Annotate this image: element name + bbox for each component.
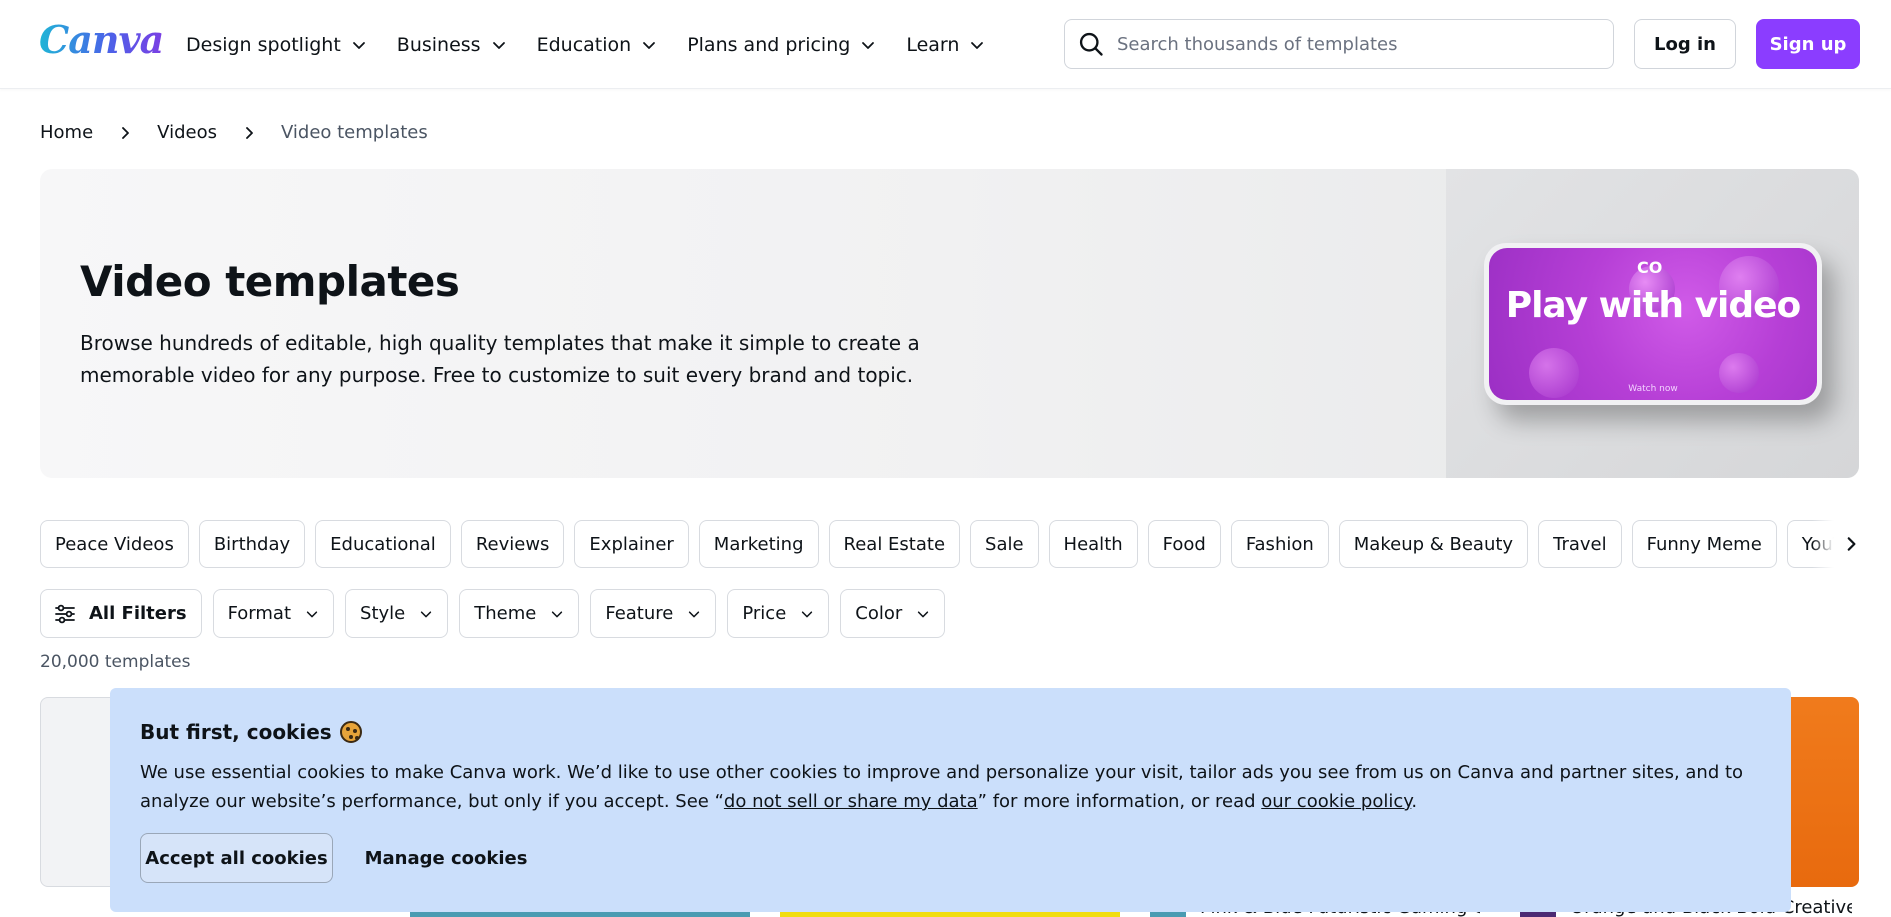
nav-business[interactable]: Business [397,34,507,56]
do-not-sell-link[interactable]: do not sell or share my data [724,791,978,812]
breadcrumb: Home Videos Video templates [40,122,428,143]
nav-label: Plans and pricing [687,33,851,56]
filter-label: Format [227,603,292,624]
filter-label: Style [360,603,406,624]
nav-label: Learn [906,33,960,56]
chip-educational[interactable]: Educational [315,520,451,568]
chip-birthday[interactable]: Birthday [198,520,306,568]
chevron-down-icon [492,41,505,49]
nav-label: Business [396,33,481,56]
chip-peace-videos[interactable]: Peace Videos [40,520,189,568]
nav-plans-and-pricing[interactable]: Plans and pricing [687,34,876,56]
chevron-down-icon [689,610,700,617]
cookie-message: We use essential cookies to make Canva w… [140,758,1760,816]
chip-explainer[interactable]: Explainer [574,520,689,568]
phone-subtitle: Watch now [1628,384,1678,394]
filter-format[interactable]: Format [212,589,335,638]
cookie-text-part: . [1411,791,1418,812]
main-nav: Design spotlight Business Education Plan… [186,0,1015,89]
hero-description: Browse hundreds of editable, high qualit… [80,331,920,387]
filter-label: Theme [474,603,537,624]
phone-screen: CO Play with video Watch now [1489,248,1817,400]
hero-image: CO Play with video Watch now [1446,169,1859,478]
chip-real-estate[interactable]: Real Estate [828,520,961,568]
top-header: Canva Design spotlight Business Educatio… [0,0,1891,89]
chip-fashion[interactable]: Fashion [1230,520,1329,568]
phone-mockup: CO Play with video Watch now [1484,243,1822,405]
manage-cookies-button[interactable]: Manage cookies [358,833,534,883]
chevron-down-icon [352,41,365,49]
chip-health[interactable]: Health [1048,520,1138,568]
filter-theme[interactable]: Theme [459,589,580,638]
chevron-down-icon [306,610,318,617]
page-title: Video templates [80,257,460,306]
chevron-right-icon [122,126,130,139]
breadcrumb-videos[interactable]: Videos [157,122,217,143]
nav-label: Design spotlight [186,33,341,56]
breadcrumb-current: Video templates [280,122,428,143]
filter-label: Feature [605,603,674,624]
cookie-icon [339,721,362,743]
chevron-down-icon [421,610,432,617]
phone-logo: CO [1637,258,1663,277]
filter-label: Price [742,603,787,624]
chevron-down-icon [918,610,929,617]
sign-up-button[interactable]: Sign up [1756,19,1860,69]
cookie-policy-link[interactable]: our cookie policy [1261,791,1411,812]
cookie-banner: But first, cookies We use essential cook… [110,688,1791,912]
phone-headline: Play with video [1505,285,1802,326]
cookie-title-text: But first, cookies [140,720,332,744]
filter-style[interactable]: Style [345,589,449,638]
search-icon [1079,32,1103,56]
hero-banner: Video templates Browse hundreds of edita… [40,169,1859,478]
filter-price[interactable]: Price [727,589,830,638]
chip-makeup-beauty[interactable]: Makeup & Beauty [1338,520,1529,568]
log-in-button[interactable]: Log in [1634,19,1736,69]
chevron-right-icon [1847,537,1856,551]
chevron-down-icon [802,610,813,617]
cookie-title: But first, cookies [140,720,362,744]
chevron-down-icon [862,41,875,49]
chip-travel[interactable]: Travel [1538,520,1622,568]
nav-design-spotlight[interactable]: Design spotlight [186,34,367,56]
chevron-down-icon [552,610,563,617]
chip-reviews[interactable]: Reviews [460,520,565,568]
filter-bar: All Filters Format Style Theme Feature P… [40,589,956,638]
accept-all-cookies-button[interactable]: Accept all cookies [140,833,333,883]
cookie-text-part: ” for more information, or read [977,791,1262,812]
sliders-icon [55,604,75,623]
all-filters-button[interactable]: All Filters [40,589,202,638]
chip-sale[interactable]: Sale [970,520,1039,568]
nav-learn[interactable]: Learn [906,34,985,56]
canva-logo[interactable]: Canva [39,17,164,62]
chevron-down-icon [971,41,984,49]
category-chips: Peace Videos Birthday Educational Review… [40,520,1860,568]
chip-funny-meme[interactable]: Funny Meme [1631,520,1777,568]
nav-label: Education [536,33,632,56]
chip-food[interactable]: Food [1147,520,1221,568]
breadcrumb-home[interactable]: Home [40,122,93,143]
chevron-right-icon [246,126,253,139]
filter-color[interactable]: Color [840,589,946,638]
template-count: 20,000 templates [40,652,191,672]
all-filters-label: All Filters [89,603,187,624]
search-input[interactable] [1117,33,1597,55]
filter-feature[interactable]: Feature [590,589,717,638]
chip-marketing[interactable]: Marketing [698,520,819,568]
chips-scroll-next[interactable] [1812,520,1860,568]
filter-label: Color [855,603,903,624]
search-box[interactable] [1064,19,1614,69]
nav-education[interactable]: Education [537,34,658,56]
chevron-down-icon [643,41,656,49]
